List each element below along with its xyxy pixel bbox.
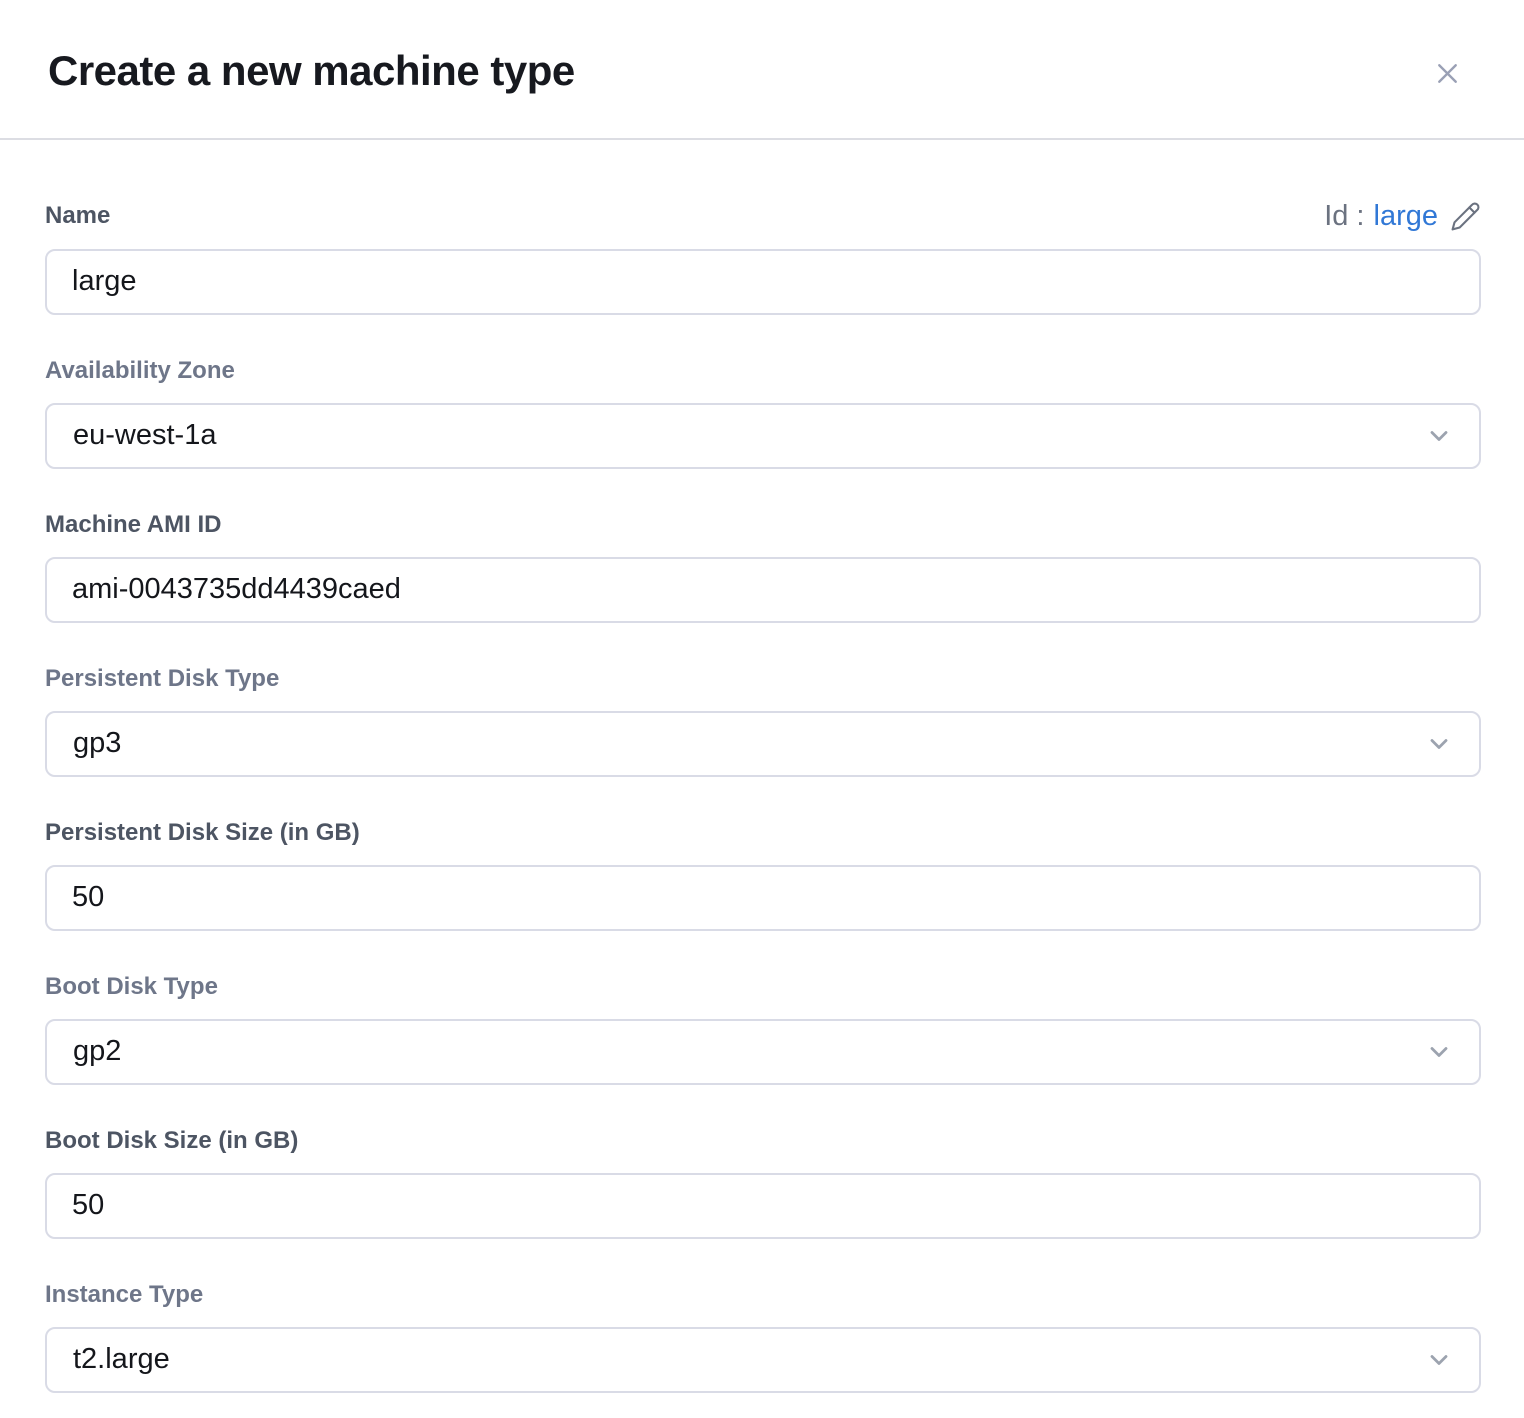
name-label: Name — [45, 201, 110, 231]
instance-type-select[interactable]: t2.large — [45, 1327, 1481, 1393]
field-group-persistent-disk-size: Persistent Disk Size (in GB) — [45, 818, 1481, 931]
name-label-row: Name Id : large — [45, 201, 1481, 232]
field-group-instance-type: Instance Type t2.large — [45, 1280, 1481, 1393]
availability-zone-label: Availability Zone — [45, 356, 1481, 386]
field-group-availability-zone: Availability Zone eu-west-1a — [45, 356, 1481, 469]
persistent-disk-size-label: Persistent Disk Size (in GB) — [45, 818, 1481, 848]
boot-disk-size-label: Boot Disk Size (in GB) — [45, 1126, 1481, 1156]
chevron-down-icon — [1425, 1038, 1453, 1066]
persistent-disk-type-select[interactable]: gp3 — [45, 711, 1481, 777]
instance-type-label: Instance Type — [45, 1280, 1481, 1310]
availability-zone-value: eu-west-1a — [73, 419, 216, 452]
field-group-persistent-disk-type: Persistent Disk Type gp3 — [45, 664, 1481, 777]
machine-ami-id-label: Machine AMI ID — [45, 510, 1481, 540]
id-prefix: Id : — [1324, 202, 1364, 231]
edit-id-button[interactable] — [1450, 201, 1481, 232]
chevron-down-icon — [1425, 730, 1453, 758]
field-group-boot-disk-size: Boot Disk Size (in GB) — [45, 1126, 1481, 1239]
chevron-down-icon — [1425, 422, 1453, 450]
boot-disk-type-value: gp2 — [73, 1035, 121, 1068]
close-button[interactable] — [1431, 57, 1464, 90]
instance-type-value: t2.large — [73, 1343, 170, 1376]
field-group-name: Name Id : large — [45, 201, 1481, 315]
pencil-icon — [1450, 201, 1481, 232]
availability-zone-select[interactable]: eu-west-1a — [45, 403, 1481, 469]
modal-header: Create a new machine type — [0, 0, 1524, 140]
machine-ami-id-input[interactable] — [45, 557, 1481, 623]
modal-form: Name Id : large Availability Zone — [0, 140, 1524, 1393]
field-group-boot-disk-type: Boot Disk Type gp2 — [45, 972, 1481, 1085]
boot-disk-type-label: Boot Disk Type — [45, 972, 1481, 1002]
create-machine-type-modal: Create a new machine type Name Id : larg… — [0, 0, 1524, 1418]
persistent-disk-size-input[interactable] — [45, 865, 1481, 931]
name-input[interactable] — [45, 249, 1481, 315]
id-display: Id : large — [1324, 201, 1481, 232]
close-icon — [1431, 57, 1464, 90]
modal-title: Create a new machine type — [48, 45, 575, 98]
boot-disk-size-input[interactable] — [45, 1173, 1481, 1239]
field-group-machine-ami-id: Machine AMI ID — [45, 510, 1481, 623]
persistent-disk-type-value: gp3 — [73, 727, 121, 760]
id-value: large — [1374, 202, 1439, 231]
boot-disk-type-select[interactable]: gp2 — [45, 1019, 1481, 1085]
chevron-down-icon — [1425, 1346, 1453, 1374]
persistent-disk-type-label: Persistent Disk Type — [45, 664, 1481, 694]
